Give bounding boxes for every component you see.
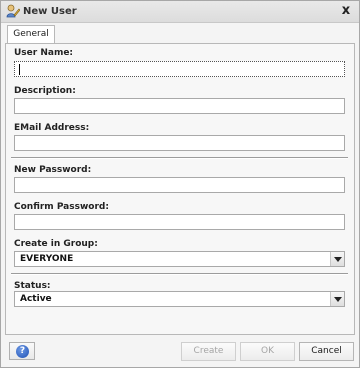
close-icon: x xyxy=(341,3,351,18)
group-label: Create in Group: xyxy=(14,239,98,249)
group-value: EVERYONE xyxy=(20,254,74,264)
create-button[interactable]: Create xyxy=(181,342,236,361)
help-icon: ? xyxy=(16,345,29,358)
status-label: Status: xyxy=(14,281,51,291)
ok-button[interactable]: OK xyxy=(240,342,295,361)
help-button[interactable]: ? xyxy=(9,342,35,360)
status-dropdown-button[interactable] xyxy=(330,292,344,306)
title-bar[interactable]: New User x xyxy=(1,1,359,23)
description-input[interactable] xyxy=(14,98,345,114)
tab-strip: General xyxy=(1,22,359,44)
separator xyxy=(11,157,348,159)
cancel-button[interactable]: Cancel xyxy=(299,342,354,361)
status-value: Active xyxy=(20,294,52,304)
new-user-dialog: New User x General User Name: Descriptio… xyxy=(0,0,360,368)
window-title: New User xyxy=(23,6,77,17)
new-password-label: New Password: xyxy=(14,165,92,175)
user-name-label: User Name: xyxy=(14,48,74,58)
email-input[interactable] xyxy=(14,135,345,151)
chevron-down-icon xyxy=(334,297,342,302)
status-select[interactable]: Active xyxy=(14,291,345,307)
chevron-down-icon xyxy=(334,257,342,262)
email-label: EMail Address: xyxy=(14,123,90,133)
user-edit-icon xyxy=(6,4,20,18)
confirm-password-input[interactable] xyxy=(14,214,345,230)
separator xyxy=(11,273,348,275)
confirm-password-label: Confirm Password: xyxy=(14,202,109,212)
text-caret xyxy=(19,64,20,75)
group-select[interactable]: EVERYONE xyxy=(14,251,345,267)
user-name-input[interactable] xyxy=(14,61,345,77)
group-dropdown-button[interactable] xyxy=(330,252,344,266)
tab-general[interactable]: General xyxy=(7,25,55,44)
close-button[interactable]: x xyxy=(339,3,353,19)
description-label: Description: xyxy=(14,86,76,96)
new-password-input[interactable] xyxy=(14,177,345,193)
